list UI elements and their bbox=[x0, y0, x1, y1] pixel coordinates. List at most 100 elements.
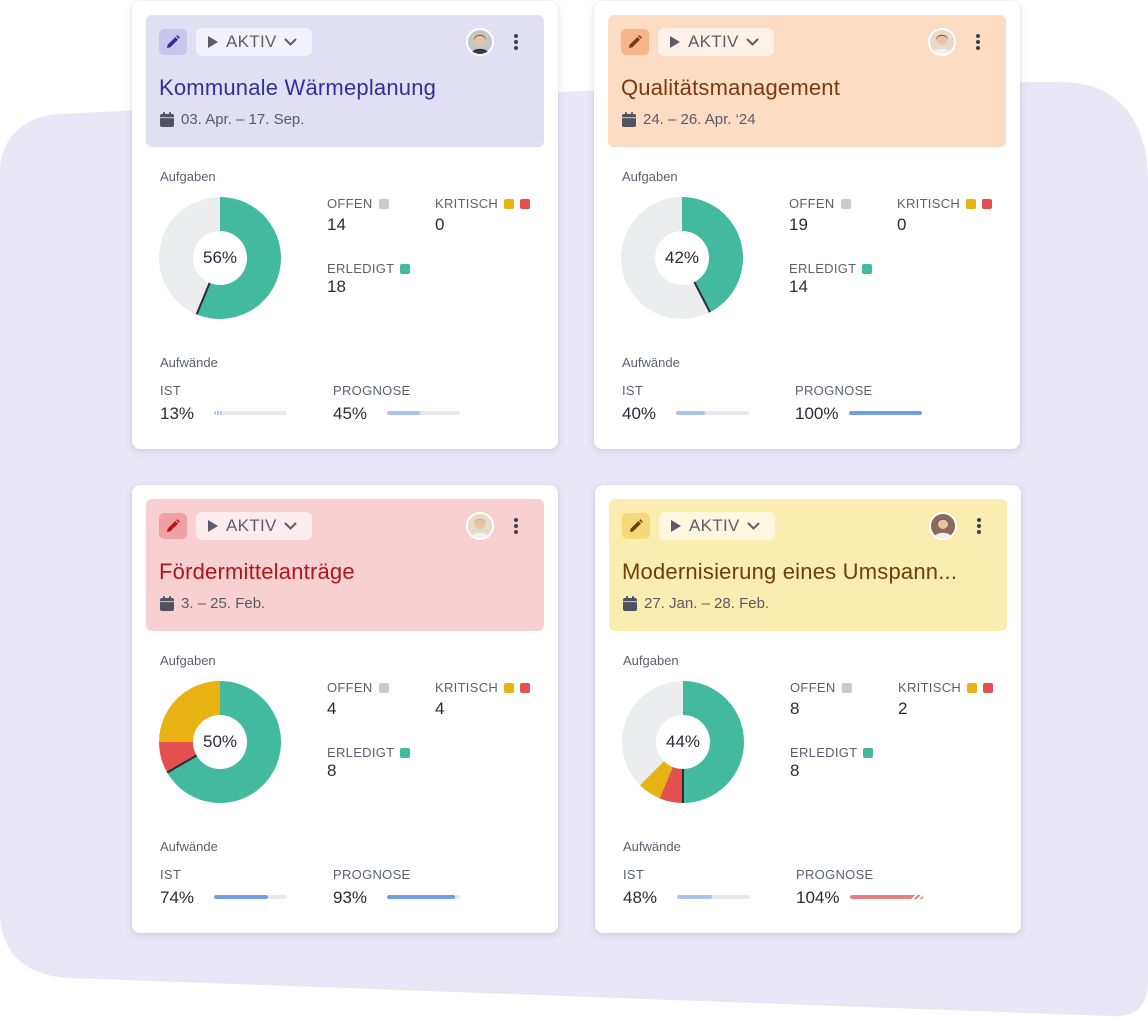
tasks-label: Aufgaben bbox=[623, 653, 679, 668]
play-icon bbox=[208, 36, 218, 48]
chevron-down-icon bbox=[747, 522, 760, 530]
pencil-icon bbox=[629, 35, 642, 48]
actual-value: 13% bbox=[160, 404, 195, 423]
done-count: 14 bbox=[789, 277, 808, 296]
status-dropdown[interactable]: AKTIV bbox=[196, 28, 312, 56]
calendar-icon bbox=[160, 112, 174, 127]
critical-red-square bbox=[982, 198, 993, 209]
open-legend-square bbox=[840, 198, 851, 209]
edit-button[interactable] bbox=[621, 29, 649, 55]
forecast-label: PROGNOSE bbox=[333, 383, 411, 398]
critical-yellow-square bbox=[966, 198, 977, 209]
calendar-icon bbox=[623, 596, 637, 611]
avatar-woman-icon[interactable] bbox=[928, 28, 956, 56]
critical-red-square bbox=[520, 682, 531, 693]
project-card[interactable]: AKTIV Kommunale Wärmeplanung 03. Apr. – … bbox=[132, 1, 558, 449]
forecast-bar bbox=[387, 411, 460, 415]
pencil-icon bbox=[630, 519, 643, 532]
open-count: 19 bbox=[789, 215, 808, 234]
critical-yellow-square bbox=[504, 198, 515, 209]
actual-label: IST bbox=[622, 383, 644, 398]
project-card[interactable]: AKTIV Modernisierung eines Umspann... 27… bbox=[595, 485, 1021, 933]
chevron-down-icon bbox=[284, 38, 297, 46]
open-count: 14 bbox=[327, 215, 346, 234]
forecast-label: PROGNOSE bbox=[796, 867, 874, 882]
critical-label: KRITISCH bbox=[435, 196, 531, 211]
done-percent: 42% bbox=[664, 248, 700, 267]
critical-count: 2 bbox=[898, 699, 908, 718]
effort-label: Aufwände bbox=[160, 355, 218, 370]
status-label: AKTIV bbox=[689, 516, 740, 535]
actual-value: 48% bbox=[623, 888, 658, 907]
status-label: AKTIV bbox=[688, 32, 739, 51]
date-range-text: 3. – 25. Feb. bbox=[181, 595, 266, 612]
done-legend-square bbox=[400, 747, 411, 758]
project-title[interactable]: Qualitätsmanagement bbox=[621, 75, 840, 101]
card-header: AKTIV Qualitätsmanagement 24. – 26. Apr.… bbox=[608, 15, 1006, 147]
done-label: ERLEDIGT bbox=[327, 745, 411, 760]
open-legend-square bbox=[841, 682, 852, 693]
done-label: ERLEDIGT bbox=[327, 261, 411, 276]
forecast-bar bbox=[849, 411, 922, 415]
critical-count: 0 bbox=[897, 215, 907, 234]
critical-red-square bbox=[983, 682, 994, 693]
open-legend-square bbox=[378, 198, 389, 209]
critical-count: 4 bbox=[435, 699, 445, 718]
open-label: OFFEN bbox=[790, 680, 852, 695]
critical-label: KRITISCH bbox=[898, 680, 994, 695]
project-title[interactable]: Fördermittelanträge bbox=[159, 559, 355, 585]
actual-value: 74% bbox=[160, 888, 195, 907]
done-percent: 56% bbox=[202, 248, 238, 267]
critical-count: 0 bbox=[435, 215, 445, 234]
more-options-icon[interactable] bbox=[971, 516, 987, 536]
more-options-icon[interactable] bbox=[508, 32, 524, 52]
done-percent: 44% bbox=[665, 732, 701, 751]
card-header: AKTIV Fördermittelanträge 3. – 25. Feb. bbox=[146, 499, 544, 631]
forecast-bar bbox=[387, 895, 460, 899]
chevron-down-icon bbox=[746, 38, 759, 46]
play-icon bbox=[671, 520, 681, 532]
edit-button[interactable] bbox=[622, 513, 650, 539]
card-header: AKTIV Modernisierung eines Umspann... 27… bbox=[609, 499, 1007, 631]
project-card[interactable]: AKTIV Qualitätsmanagement 24. – 26. Apr.… bbox=[594, 1, 1020, 449]
done-legend-square bbox=[862, 263, 873, 274]
play-icon bbox=[670, 36, 680, 48]
done-count: 18 bbox=[327, 277, 346, 296]
tasks-label: Aufgaben bbox=[622, 169, 678, 184]
critical-yellow-square bbox=[967, 682, 978, 693]
status-dropdown[interactable]: AKTIV bbox=[196, 512, 312, 540]
card-header: AKTIV Kommunale Wärmeplanung 03. Apr. – … bbox=[146, 15, 544, 147]
actual-bar bbox=[214, 411, 287, 415]
status-label: AKTIV bbox=[226, 516, 277, 535]
forecast-value: 45% bbox=[333, 404, 368, 423]
date-range: 27. Jan. – 28. Feb. bbox=[623, 595, 769, 612]
effort-label: Aufwände bbox=[623, 839, 681, 854]
more-options-icon[interactable] bbox=[970, 32, 986, 52]
status-dropdown[interactable]: AKTIV bbox=[659, 512, 775, 540]
date-range: 24. – 26. Apr. ‘24 bbox=[622, 111, 756, 128]
edit-button[interactable] bbox=[159, 513, 187, 539]
critical-red-square bbox=[520, 198, 531, 209]
forecast-value: 100% bbox=[795, 404, 839, 423]
project-title[interactable]: Kommunale Wärmeplanung bbox=[159, 75, 436, 101]
avatar-woman-icon[interactable] bbox=[929, 512, 957, 540]
pencil-icon bbox=[167, 35, 180, 48]
project-card[interactable]: AKTIV Fördermittelanträge 3. – 25. Feb. … bbox=[132, 485, 558, 933]
play-icon bbox=[208, 520, 218, 532]
forecast-label: PROGNOSE bbox=[795, 383, 873, 398]
project-title[interactable]: Modernisierung eines Umspann... bbox=[622, 559, 957, 585]
open-label: OFFEN bbox=[327, 196, 389, 211]
avatar-man-icon[interactable] bbox=[466, 28, 494, 56]
tasks-label: Aufgaben bbox=[160, 653, 216, 668]
open-count: 8 bbox=[790, 699, 800, 718]
actual-bar bbox=[676, 411, 749, 415]
done-label: ERLEDIGT bbox=[789, 261, 873, 276]
status-label: AKTIV bbox=[226, 32, 277, 51]
avatar-woman-icon[interactable] bbox=[466, 512, 494, 540]
edit-button[interactable] bbox=[159, 29, 187, 55]
date-range-text: 03. Apr. – 17. Sep. bbox=[181, 111, 305, 128]
open-legend-square bbox=[378, 682, 389, 693]
pencil-icon bbox=[167, 519, 180, 532]
status-dropdown[interactable]: AKTIV bbox=[658, 28, 774, 56]
more-options-icon[interactable] bbox=[508, 516, 524, 536]
